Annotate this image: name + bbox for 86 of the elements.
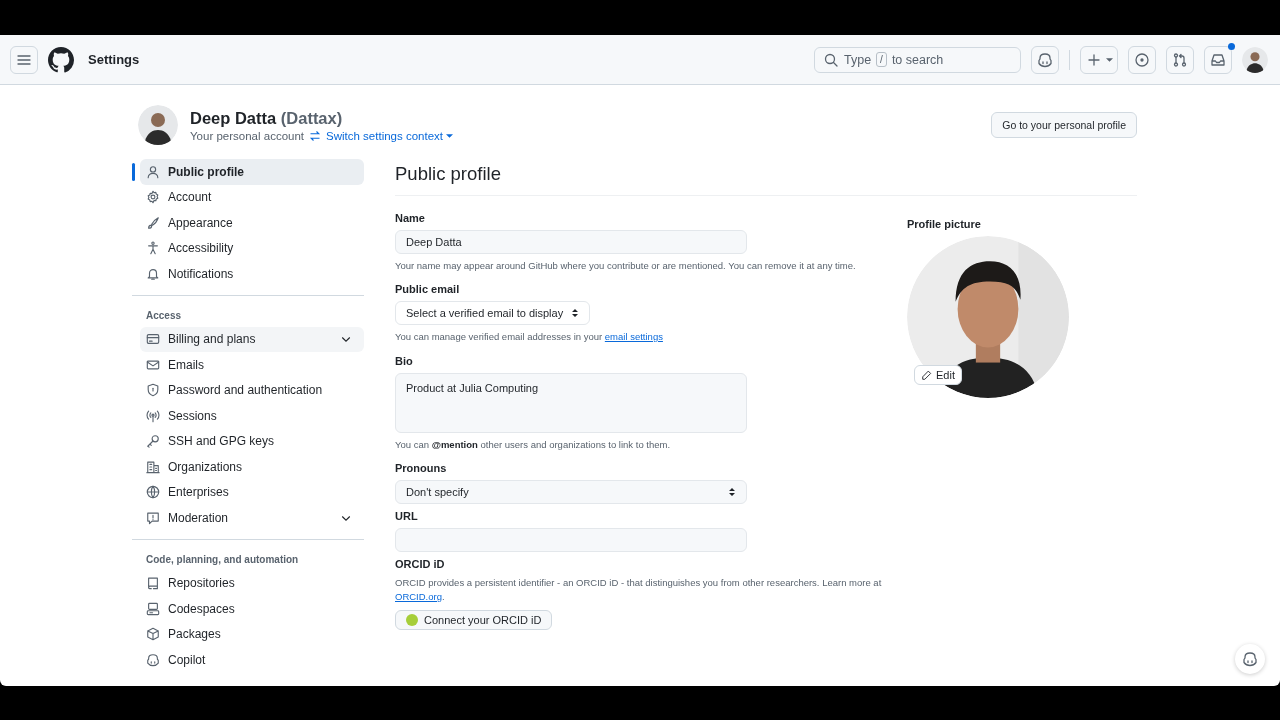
account-subtitle: Your personal account	[190, 129, 305, 142]
select-arrows-icon	[728, 486, 736, 497]
pull-requests-button[interactable]	[1166, 45, 1194, 74]
field-label: URL	[395, 509, 419, 522]
sidebar-item[interactable]: Moderation	[140, 505, 364, 531]
pull-request-icon	[1172, 51, 1188, 68]
package-icon	[146, 627, 160, 642]
field-label: Name	[395, 212, 426, 224]
inbox-button[interactable]	[1204, 45, 1232, 74]
sidebar-item[interactable]: Password and authentication	[140, 377, 364, 403]
sidebar-item[interactable]: Billing and plans	[140, 326, 364, 352]
sidebar-item[interactable]: Notifications	[140, 261, 364, 287]
sidebar-item[interactable]: Repositories	[140, 570, 364, 596]
help-text: You can manage verified email addresses in your email settings	[395, 330, 664, 345]
email-select[interactable]: Select a verified email to display	[395, 301, 590, 326]
sidebar-heading: Code, planning, and automation	[145, 552, 300, 567]
help-text: You can @mention other users and organizations to link to them.	[395, 437, 672, 452]
issue-icon	[1134, 51, 1150, 68]
orcid-icon	[406, 614, 418, 627]
credit-card-icon	[146, 332, 160, 347]
sidebar-item[interactable]: Organizations	[140, 454, 364, 480]
menu-button[interactable]	[10, 45, 38, 74]
sidebar-item[interactable]: Accessibility	[140, 235, 364, 261]
page-title: Settings	[88, 52, 140, 67]
field-label: Bio	[395, 354, 414, 367]
sidebar-item[interactable]: Codespaces	[140, 596, 364, 622]
issues-button[interactable]	[1128, 45, 1156, 74]
selected-indicator	[132, 163, 135, 181]
pronouns-select[interactable]: Don't specify	[395, 479, 747, 504]
search-field[interactable]: Type / to search	[814, 46, 1021, 73]
field-label: Pronouns	[395, 461, 448, 474]
section-title: Public profile	[395, 163, 1137, 196]
gear-icon	[146, 190, 160, 205]
paintbrush-icon	[146, 215, 160, 230]
caret-icon	[446, 133, 453, 138]
copilot-chat-button[interactable]	[1235, 644, 1265, 674]
bell-icon	[146, 266, 160, 281]
field-label: Profile picture	[907, 218, 982, 230]
broadcast-icon	[146, 408, 160, 423]
connect-orcid-button[interactable]: Connect your ORCID iD	[395, 610, 553, 631]
switch-context-link[interactable]: Switch settings context	[326, 129, 453, 142]
copilot-icon	[1037, 51, 1053, 68]
user-avatar	[1242, 46, 1268, 73]
search-icon	[823, 51, 839, 68]
caret-icon	[1105, 57, 1113, 62]
person-icon	[146, 164, 160, 179]
sidebar-item[interactable]: Appearance	[140, 210, 364, 236]
sidebar-item[interactable]: SSH and GPG keys	[140, 428, 364, 454]
key-icon	[146, 434, 160, 449]
sidebar-item[interactable]: Packages	[140, 621, 364, 647]
field-label: Public email	[395, 283, 461, 296]
sidebar-item[interactable]: Emails	[140, 352, 364, 378]
accessibility-icon	[146, 241, 160, 256]
report-icon	[146, 510, 160, 525]
copilot-button[interactable]	[1031, 45, 1059, 74]
inbox-icon	[1210, 51, 1226, 68]
select-arrows-icon	[571, 308, 579, 319]
help-text: Your name may appear around GitHub where you contribute or are mentioned. You can remove it at any time.	[395, 259, 857, 273]
account-name: Deep Datta (Dattax)	[190, 108, 344, 128]
shield-icon	[146, 383, 160, 398]
sidebar-item[interactable]: Sessions	[140, 403, 364, 429]
create-button[interactable]	[1080, 45, 1118, 74]
mail-icon	[146, 357, 160, 372]
globe-icon	[146, 485, 160, 500]
help-link[interactable]: ORCID.org	[395, 591, 442, 602]
edit-button[interactable]: Edit	[914, 365, 962, 385]
codespaces-icon	[146, 601, 160, 616]
bio-field[interactable]: Product at Julia Computing	[395, 372, 747, 433]
help-text: ORCID provides a persistent identifier - an ORCID iD - that distinguishes you from other researchers. Learn more at ORCID.org.	[395, 575, 883, 604]
copilot-icon	[146, 652, 160, 667]
sidebar-item[interactable]: Account	[140, 184, 364, 210]
repo-icon	[146, 576, 160, 591]
building-icon	[146, 459, 160, 474]
github-logo-icon[interactable]	[48, 46, 74, 73]
help-link[interactable]: email settings	[604, 331, 663, 343]
copilot-icon	[1242, 651, 1258, 667]
personal-profile-button[interactable]: Go to your personal profile	[991, 112, 1137, 138]
text-field[interactable]: Deep Datta	[395, 230, 747, 254]
sidebar-item[interactable]: Copilot	[140, 647, 364, 673]
switch-icon	[309, 129, 322, 142]
sidebar-heading: Access	[145, 308, 183, 323]
text-field[interactable]	[395, 527, 747, 552]
pencil-icon	[921, 369, 932, 381]
field-label: ORCID iD	[395, 557, 446, 570]
account-avatar	[138, 105, 178, 145]
sidebar-item[interactable]: Enterprises	[140, 479, 364, 505]
